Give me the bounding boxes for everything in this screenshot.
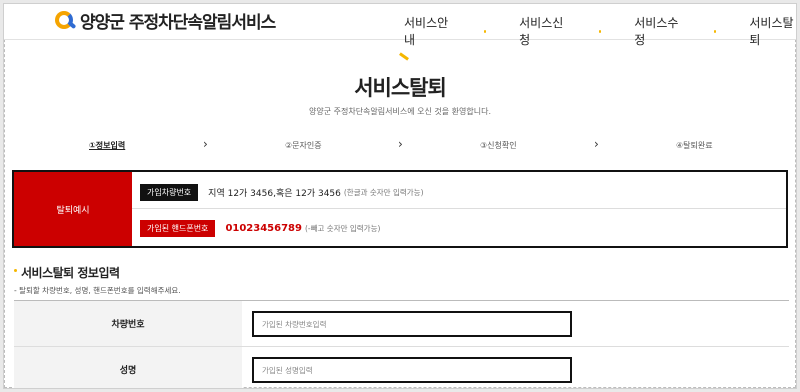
nav-separator xyxy=(483,29,487,33)
withdraw-form: 차량번호 성명 xyxy=(14,300,789,388)
nav-service-withdraw[interactable]: 서비스탈퇴 xyxy=(749,14,796,48)
section-bullet xyxy=(14,269,17,272)
page-frame: 양양군 주정차단속알림서비스 서비스안내 서비스신청 서비스수정 서비스탈퇴 서… xyxy=(3,3,797,389)
logo-icon xyxy=(54,10,77,32)
chevron-right-icon: › xyxy=(398,137,403,151)
section-hint: - 탈퇴할 차량번호, 성명, 핸드폰번호를 입력해주세요. xyxy=(14,286,181,295)
nav-separator xyxy=(598,29,602,33)
chevron-right-icon: › xyxy=(203,137,208,151)
logo-text: 양양군 주정차단속알림서비스 xyxy=(80,13,276,33)
page-title: 서비스탈퇴 xyxy=(354,76,447,100)
withdraw-example-box: 탈퇴예시 가입차량번호 지역 12가 3456,혹은 12가 3456 (한글과… xyxy=(12,170,788,248)
nav-service-apply[interactable]: 서비스신청 xyxy=(519,14,566,48)
chevron-right-icon: › xyxy=(594,137,599,151)
section-title: 서비스탈퇴 정보입력 xyxy=(21,266,120,280)
example-value-car: 지역 12가 3456,혹은 12가 3456 xyxy=(208,188,341,199)
step-3: ③신청확인 xyxy=(480,141,517,150)
name-input[interactable] xyxy=(252,357,572,383)
example-value-phone: 01023456789 xyxy=(225,222,302,234)
example-tag-car: 가입차량번호 xyxy=(140,183,199,201)
example-tag-phone: 가입된 핸드폰번호 xyxy=(140,219,216,237)
example-row-car: 가입차량번호 지역 12가 3456,혹은 12가 3456 (한글과 숫자만 … xyxy=(140,183,424,201)
step-1: ①정보입력 xyxy=(89,141,126,150)
title-accent-mark xyxy=(399,52,409,61)
example-row-phone: 가입된 핸드폰번호 01023456789 (-빼고 숫자만 입력가능) xyxy=(140,219,380,237)
example-content: 가입차량번호 지역 12가 3456,혹은 12가 3456 (한글과 숫자만 … xyxy=(132,172,786,246)
step-2: ②문자인증 xyxy=(285,141,322,150)
example-divider xyxy=(132,208,786,209)
step-indicator: ①정보입력 › ②문자인증 › ③신청확인 › ④탈퇴완료 xyxy=(4,137,796,154)
car-number-input[interactable] xyxy=(252,311,572,337)
main-nav: 서비스안내 서비스신청 서비스수정 서비스탈퇴 xyxy=(404,14,796,48)
name-label: 성명 xyxy=(14,347,242,388)
nav-service-edit[interactable]: 서비스수정 xyxy=(634,14,681,48)
example-label: 탈퇴예시 xyxy=(14,172,132,246)
form-row-name: 성명 xyxy=(14,347,789,388)
example-note-phone: (-빼고 숫자만 입력가능) xyxy=(304,223,381,233)
form-row-car: 차량번호 xyxy=(14,301,789,347)
nav-service-info[interactable]: 서비스안내 xyxy=(404,14,451,48)
site-logo[interactable]: 양양군 주정차단속알림서비스 xyxy=(54,8,276,33)
site-header: 양양군 주정차단속알림서비스 서비스안내 서비스신청 서비스수정 서비스탈퇴 xyxy=(4,4,796,47)
nav-separator xyxy=(713,29,717,33)
page-subtitle: 양양군 주정차단속알림서비스에 오신 것을 환영합니다. xyxy=(309,107,491,116)
example-note-car: (한글과 숫자만 입력가능) xyxy=(343,187,424,197)
step-4: ④탈퇴완료 xyxy=(676,141,713,150)
car-number-label: 차량번호 xyxy=(14,301,242,346)
